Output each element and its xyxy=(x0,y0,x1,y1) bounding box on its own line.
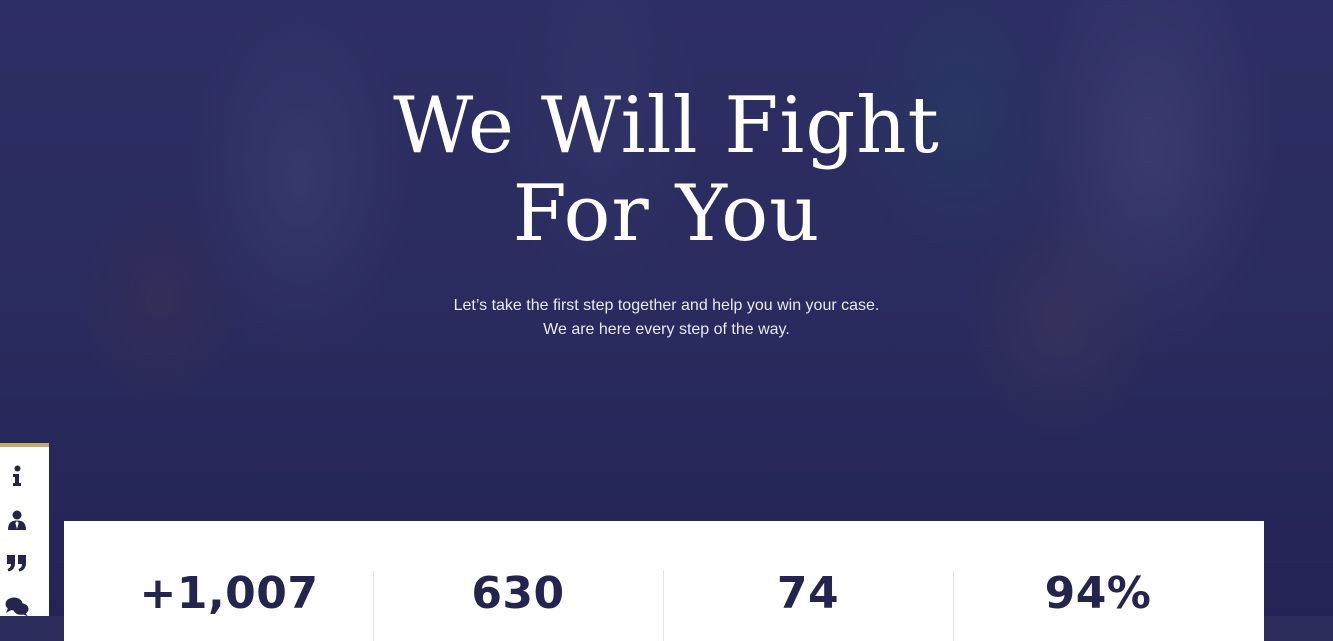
side-nav-item-info[interactable] xyxy=(4,463,30,489)
stat-value-4: 94% xyxy=(1044,568,1152,619)
quote-icon xyxy=(6,554,28,572)
side-nav-item-contact[interactable] xyxy=(4,594,30,620)
lawyer-icon xyxy=(7,510,27,530)
stat-item-3: 74 xyxy=(663,521,953,641)
stat-item-1: +1,007 xyxy=(84,521,374,641)
stat-item-4: 94% xyxy=(953,521,1243,641)
hero-subtitle-line-1: Let’s take the first step together and h… xyxy=(453,297,880,314)
stats-card: +1,007 630 74 94% xyxy=(64,521,1264,641)
stat-value-1: +1,007 xyxy=(139,568,319,619)
stat-value-3: 74 xyxy=(776,568,840,619)
hero-title: We Will Fight For You xyxy=(0,82,1333,258)
hero-title-line-1: We Will Fight xyxy=(393,81,940,171)
hero-subtitle-line-2: We are here every step of the way. xyxy=(543,321,790,338)
hero-title-line-2: For You xyxy=(512,169,821,259)
stat-value-2: 630 xyxy=(471,568,565,619)
side-nav-item-testimonials[interactable] xyxy=(4,550,30,576)
info-icon xyxy=(12,465,22,487)
comments-icon xyxy=(5,597,29,617)
stat-item-2: 630 xyxy=(373,521,663,641)
side-nav-item-lawyer[interactable] xyxy=(4,507,30,533)
hero-subtitle: Let’s take the first step together and h… xyxy=(0,294,1333,342)
side-nav xyxy=(0,443,49,617)
